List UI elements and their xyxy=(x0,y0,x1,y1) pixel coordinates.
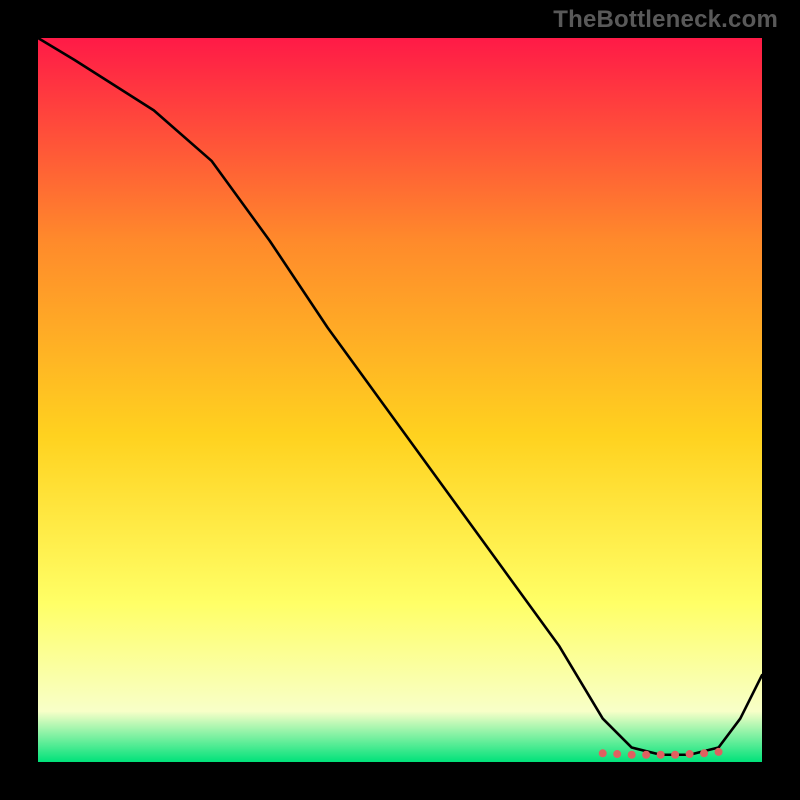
marker-dot xyxy=(657,751,665,759)
marker-dot xyxy=(613,750,621,758)
plot-area xyxy=(38,38,762,762)
marker-dot xyxy=(671,751,679,759)
marker-dot xyxy=(642,751,650,759)
marker-dot xyxy=(599,749,607,757)
marker-dot xyxy=(700,749,708,757)
watermark-text: TheBottleneck.com xyxy=(553,6,778,34)
chart-frame: TheBottleneck.com xyxy=(0,0,800,800)
marker-dot xyxy=(715,748,723,756)
gradient-background xyxy=(38,38,762,762)
marker-dot xyxy=(628,751,636,759)
marker-dot xyxy=(686,750,694,758)
plot-svg xyxy=(38,38,762,762)
